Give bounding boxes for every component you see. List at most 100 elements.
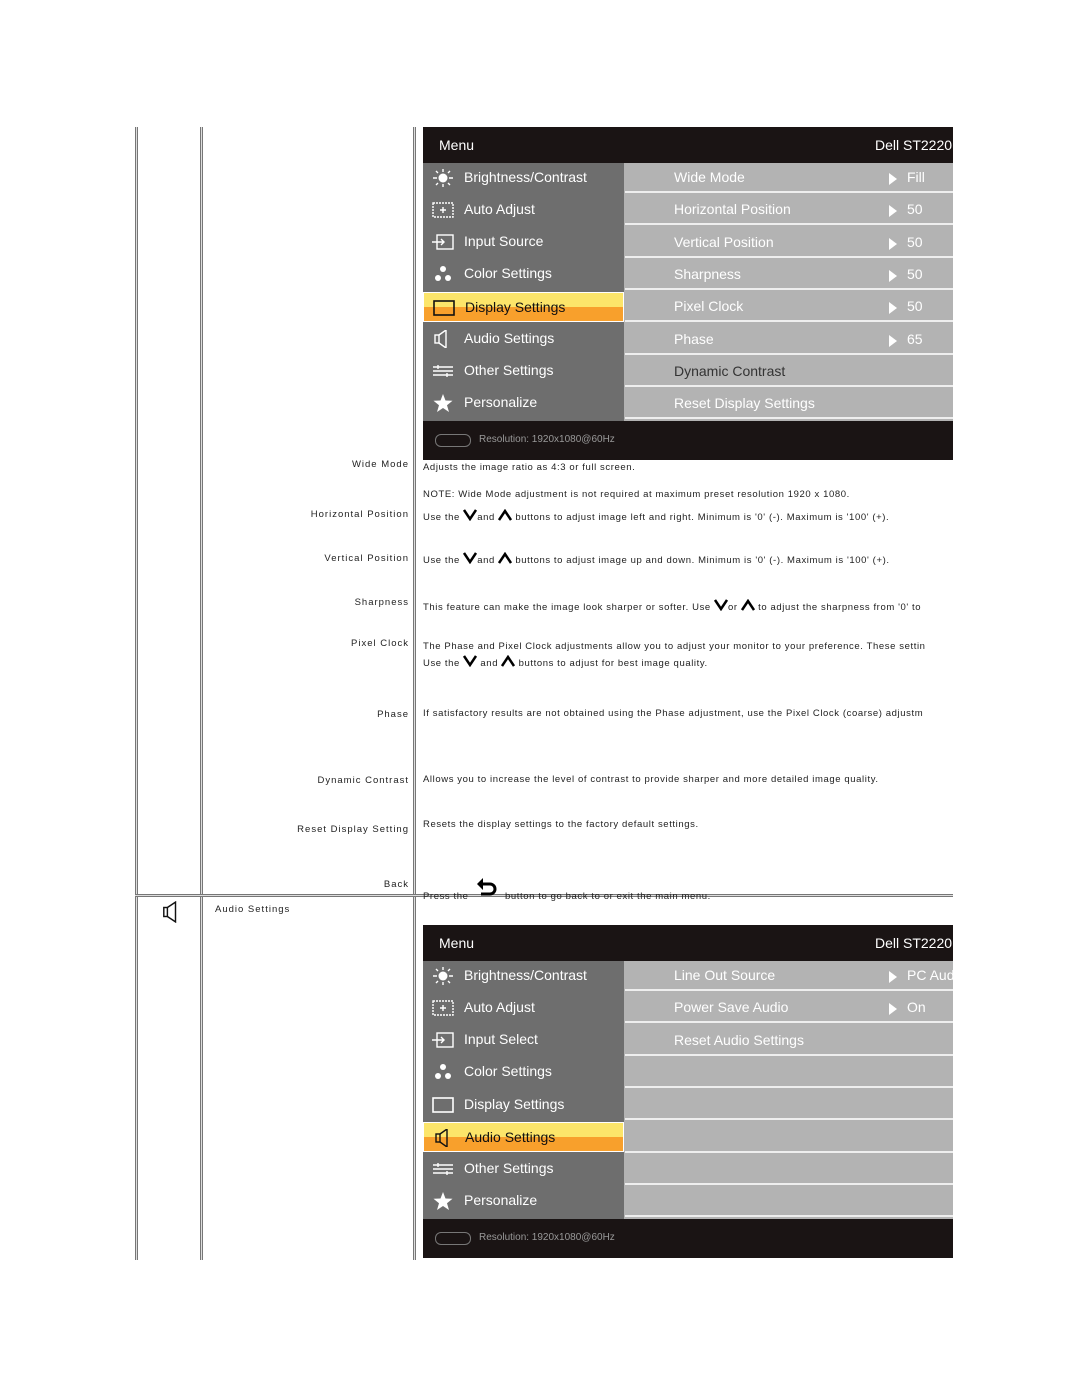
osd-menu-item[interactable]: Auto Adjust: [423, 993, 624, 1023]
osd-submenu-item[interactable]: Pixel Clock 50: [625, 292, 953, 323]
down-arrow-icon: [463, 552, 478, 564]
osd-menu-item[interactable]: Other Settings: [423, 356, 624, 386]
osd-menu-item[interactable]: Brightness/Contrast: [423, 961, 624, 991]
up-arrow-icon: [740, 599, 755, 611]
osd-submenu-item[interactable]: [625, 1057, 953, 1088]
osd-submenu-item[interactable]: Horizontal Position 50: [625, 195, 953, 226]
other-settings-icon: [432, 1160, 454, 1178]
osd-model-name: Dell ST2220: [875, 137, 953, 153]
osd-menu-item[interactable]: Display Settings: [423, 1090, 624, 1120]
triangle-right-icon: [889, 237, 897, 250]
row-label-pixel-clock: Pixel Clock: [351, 638, 409, 649]
audio-speaker-icon: [163, 901, 177, 923]
wide-mode-description: Adjusts the image ratio as 4:3 or full s…: [423, 462, 636, 473]
osd-submenu-label: Horizontal Position: [674, 201, 791, 218]
osd-menu-item[interactable]: Other Settings: [423, 1154, 624, 1184]
table-border-col1: [200, 127, 203, 1260]
osd-menu-item[interactable]: Brightness/Contrast: [423, 163, 624, 193]
audio-settings-icon: [433, 1127, 455, 1149]
triangle-right-icon: [889, 269, 897, 282]
desc-text: and: [477, 658, 502, 669]
osd-menu-item[interactable]: Input Select: [423, 1025, 624, 1055]
osd-menu-item-label: Audio Settings: [465, 1129, 556, 1145]
osd-menu-item-label: Color Settings: [464, 1063, 552, 1079]
osd-menu-item[interactable]: Audio Settings: [423, 1122, 624, 1152]
osd-submenu-item[interactable]: Power Save Audio On: [625, 993, 953, 1024]
personalize-star-icon: [432, 1192, 454, 1210]
osd-menu-item-label: Audio Settings: [464, 330, 555, 346]
desc-text: to adjust the sharpness from '0' to: [754, 602, 922, 613]
desc-text: This feature can make the image look sha…: [423, 602, 715, 613]
desc-text: and: [477, 512, 499, 523]
osd-menu-title: Menu: [439, 137, 475, 153]
down-arrow-icon: [463, 655, 478, 667]
dynamic-contrast-description: Allows you to increase the level of cont…: [423, 774, 879, 785]
other-settings-icon: [432, 362, 454, 380]
osd-menu-item[interactable]: Auto Adjust: [423, 195, 624, 225]
phase-description: If satisfactory results are not obtained…: [423, 708, 924, 719]
osd-menu-item-label: Display Settings: [465, 299, 566, 315]
osd-menu-item-label: Auto Adjust: [464, 999, 535, 1015]
desc-text: buttons to adjust for best image quality…: [515, 658, 708, 669]
osd-submenu-label: Reset Display Settings: [674, 395, 815, 412]
osd-submenu-item[interactable]: Wide Mode Fill: [625, 163, 953, 193]
osd-menu-item[interactable]: Color Settings: [423, 1057, 624, 1087]
osd-body: Brightness/Contrast Auto Adjust Input Sour…: [423, 163, 953, 421]
osd-submenu-label: Power Save Audio: [674, 999, 789, 1016]
brightness-icon: [432, 967, 454, 985]
audio-settings-label: Audio Settings: [215, 904, 291, 915]
osd-submenu-item[interactable]: [625, 1154, 953, 1185]
display-settings-osd-screenshot: Menu Dell ST2220 Brightness/Contrast Auto A…: [423, 127, 953, 460]
osd-submenu-item[interactable]: [625, 1090, 953, 1121]
osd-menu-item-label: Other Settings: [464, 362, 554, 378]
osd-submenu-item[interactable]: Line Out Source PC Audio: [625, 961, 953, 991]
osd-menu-item[interactable]: Input Source: [423, 227, 624, 257]
osd-menu-title: Menu: [439, 935, 475, 951]
osd-submenu-label: Phase: [674, 330, 714, 347]
osd-submenu-value: 50: [907, 201, 923, 218]
down-arrow-icon: [463, 509, 478, 521]
osd-menu-item-label: Color Settings: [464, 265, 552, 281]
auto-adjust-icon: [432, 201, 454, 219]
osd-submenu-item[interactable]: [625, 1187, 953, 1218]
osd-submenu-item[interactable]: Reset Display Settings: [625, 389, 953, 420]
osd-menu-item-label: Display Settings: [464, 1096, 565, 1112]
osd-submenu-label: Vertical Position: [674, 233, 774, 250]
osd-menu-item[interactable]: Personalize: [423, 388, 624, 418]
osd-menu-item[interactable]: Color Settings: [423, 259, 624, 289]
osd-submenu-item[interactable]: Phase 65: [625, 324, 953, 355]
vga-connector-icon: [435, 1232, 471, 1245]
osd-menu-item[interactable]: Display Settings: [423, 292, 624, 322]
osd-header: Menu Dell ST2220: [423, 925, 953, 961]
osd-submenu-value: On: [907, 999, 926, 1016]
desc-text: buttons to adjust image left and right. …: [512, 512, 890, 523]
osd-submenu-item[interactable]: [625, 1122, 953, 1153]
row-label-back: Back: [383, 879, 409, 890]
desc-text: or: [728, 602, 741, 613]
osd-submenu-item[interactable]: Sharpness 50: [625, 259, 953, 290]
osd-submenu-value: 50: [907, 265, 923, 282]
osd-menu-item-label: Auto Adjust: [464, 201, 535, 217]
brightness-icon: [432, 169, 454, 187]
osd-menu-item-label: Brightness/Contrast: [464, 169, 587, 185]
osd-submenu-label: Sharpness: [674, 265, 741, 282]
osd-submenu-item[interactable]: Dynamic Contrast: [625, 356, 953, 387]
sharpness-description: This feature can make the image look sha…: [423, 599, 953, 616]
osd-submenu-item[interactable]: Vertical Position 50: [625, 227, 953, 258]
desc-text: Press the: [423, 891, 472, 902]
osd-submenu-item[interactable]: Reset Audio Settings: [625, 1025, 953, 1056]
osd-menu-item[interactable]: Personalize: [423, 1186, 624, 1216]
osd-menu-item-label: Input Select: [464, 1031, 538, 1047]
row-label-phase: Phase: [377, 709, 409, 720]
osd-menu-item-label: Personalize: [464, 1192, 538, 1208]
back-description: Press the button to go back to or exit t…: [423, 877, 953, 905]
osd-submenu-value: PC Audio: [907, 967, 953, 983]
triangle-right-icon: [889, 1003, 897, 1016]
osd-resolution: Resolution: 1920x1080@60Hz: [479, 1232, 615, 1243]
osd-model-name: Dell ST2220: [875, 935, 953, 951]
osd-menu-item[interactable]: Audio Settings: [423, 324, 624, 354]
vga-connector-icon: [435, 434, 471, 447]
vertical-position-description: Use the and buttons to adjust image up a…: [423, 552, 953, 569]
osd-footer: Resolution: 1920x1080@60Hz: [423, 1219, 953, 1258]
osd-footer: Resolution: 1920x1080@60Hz: [423, 421, 953, 460]
